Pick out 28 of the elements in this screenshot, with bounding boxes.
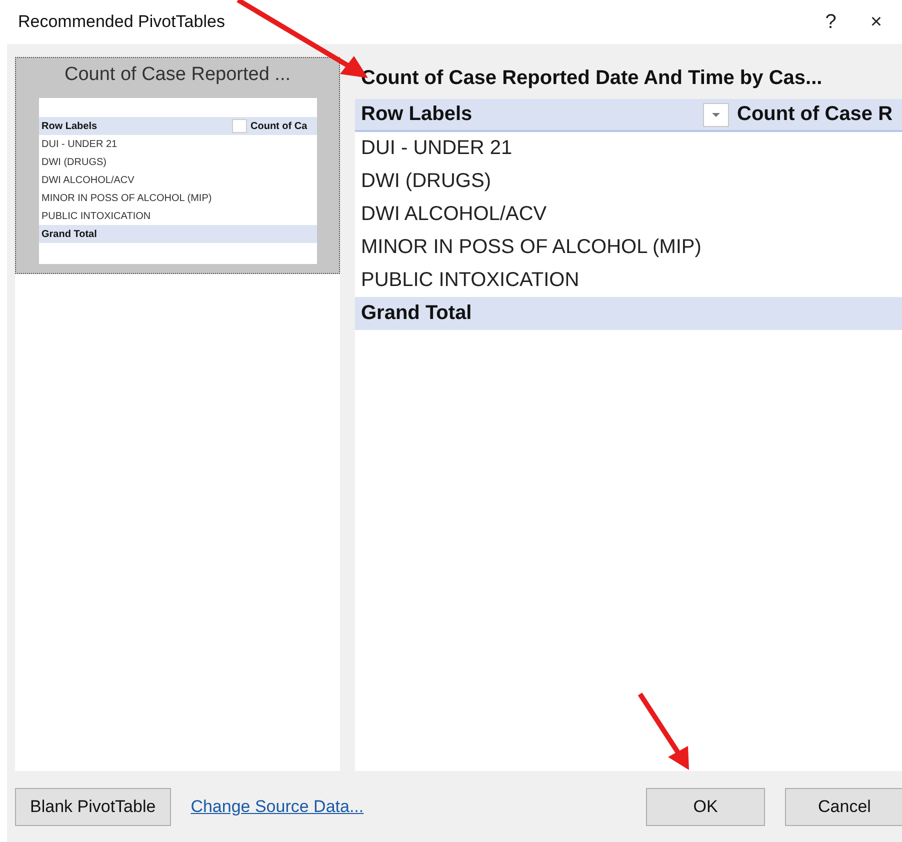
blank-pivottable-button[interactable]: Blank PivotTable	[15, 788, 171, 826]
column-header: Row Labels	[361, 103, 474, 126]
change-source-link[interactable]: Change Source Data...	[190, 796, 626, 816]
recommendation-card[interactable]: Count of Case Reported ... Row Labels Count of Ca DUI - UNDER 21 DWI (DRUGS) DWI ALCOHOL/ACV MINOR IN POSS OF ALCOHOL (MIP) PUBLIC INTOXICATION Grand Total	[15, 57, 340, 274]
cancel-button[interactable]: Cancel	[785, 788, 902, 826]
preview-title: Count of Case Reported Date And Time by Cas...	[360, 66, 824, 90]
caret-icon	[711, 112, 721, 118]
help-button[interactable]: ?	[811, 10, 850, 34]
recommendation-title: Count of Case Reported ...	[64, 64, 290, 86]
row-label: PUBLIC INTOXICATION	[42, 210, 151, 222]
row-label: MINOR IN POSS OF ALCOHOL (MIP)	[42, 192, 212, 204]
column-header: Count of Case R	[737, 103, 893, 126]
row-label: MINOR IN POSS OF ALCOHOL (MIP)	[361, 236, 702, 259]
column-header: Count of Ca	[250, 120, 308, 132]
row-label: DWI ALCOHOL/ACV	[361, 203, 547, 226]
column-header: Row Labels	[42, 120, 98, 132]
row-label: DWI ALCOHOL/ACV	[42, 174, 134, 186]
total-label: Grand Total	[361, 302, 472, 325]
total-label: Grand Total	[42, 228, 97, 240]
row-label: PUBLIC INTOXICATION	[361, 269, 580, 292]
ok-button[interactable]: OK	[646, 788, 765, 826]
window-title: Recommended PivotTables	[18, 12, 226, 32]
row-label: DUI - UNDER 21	[42, 138, 118, 150]
close-button[interactable]: ×	[856, 10, 896, 34]
row-label: DUI - UNDER 21	[361, 137, 512, 160]
filter-dropdown[interactable]	[703, 102, 729, 126]
row-label: DWI (DRUGS)	[42, 156, 106, 168]
row-label: DWI (DRUGS)	[361, 170, 491, 193]
